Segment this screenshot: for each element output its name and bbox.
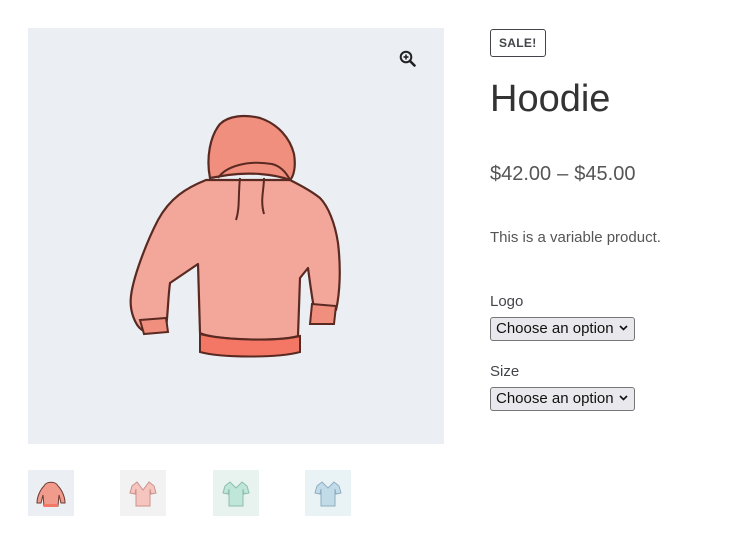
chevron-down-icon bbox=[619, 395, 628, 401]
product-title: Hoodie bbox=[490, 78, 611, 120]
product-short-description: This is a variable product. bbox=[490, 229, 661, 246]
size-select-value: Choose an option bbox=[496, 390, 614, 407]
mint-tshirt-image bbox=[222, 481, 250, 507]
blue-tshirt-thumbnail[interactable] bbox=[305, 470, 351, 516]
price-max: $45.00 bbox=[574, 163, 636, 185]
size-select[interactable]: Choose an option bbox=[490, 387, 635, 411]
pink-tshirt-image bbox=[129, 481, 157, 507]
chevron-down-icon bbox=[619, 325, 628, 331]
hoodie-thumbnail[interactable] bbox=[28, 470, 74, 516]
magnify-plus-icon bbox=[399, 50, 416, 67]
hoodie-image bbox=[129, 114, 341, 358]
price-min: $42.00 bbox=[490, 163, 552, 185]
mint-tshirt-thumbnail[interactable] bbox=[213, 470, 259, 516]
blue-tshirt-image bbox=[314, 481, 342, 507]
size-label: Size bbox=[490, 363, 520, 380]
price-separator: – bbox=[557, 163, 569, 185]
sale-badge: SALE! bbox=[490, 29, 546, 57]
hoodie-thumbnail-image bbox=[36, 481, 66, 507]
logo-select-value: Choose an option bbox=[496, 320, 614, 337]
product-price: $42.00– $45.00 bbox=[490, 160, 635, 188]
logo-select[interactable]: Choose an option bbox=[490, 317, 635, 341]
logo-label: Logo bbox=[490, 293, 524, 310]
pink-tshirt-thumbnail[interactable] bbox=[120, 470, 166, 516]
zoom-button[interactable] bbox=[396, 47, 418, 69]
